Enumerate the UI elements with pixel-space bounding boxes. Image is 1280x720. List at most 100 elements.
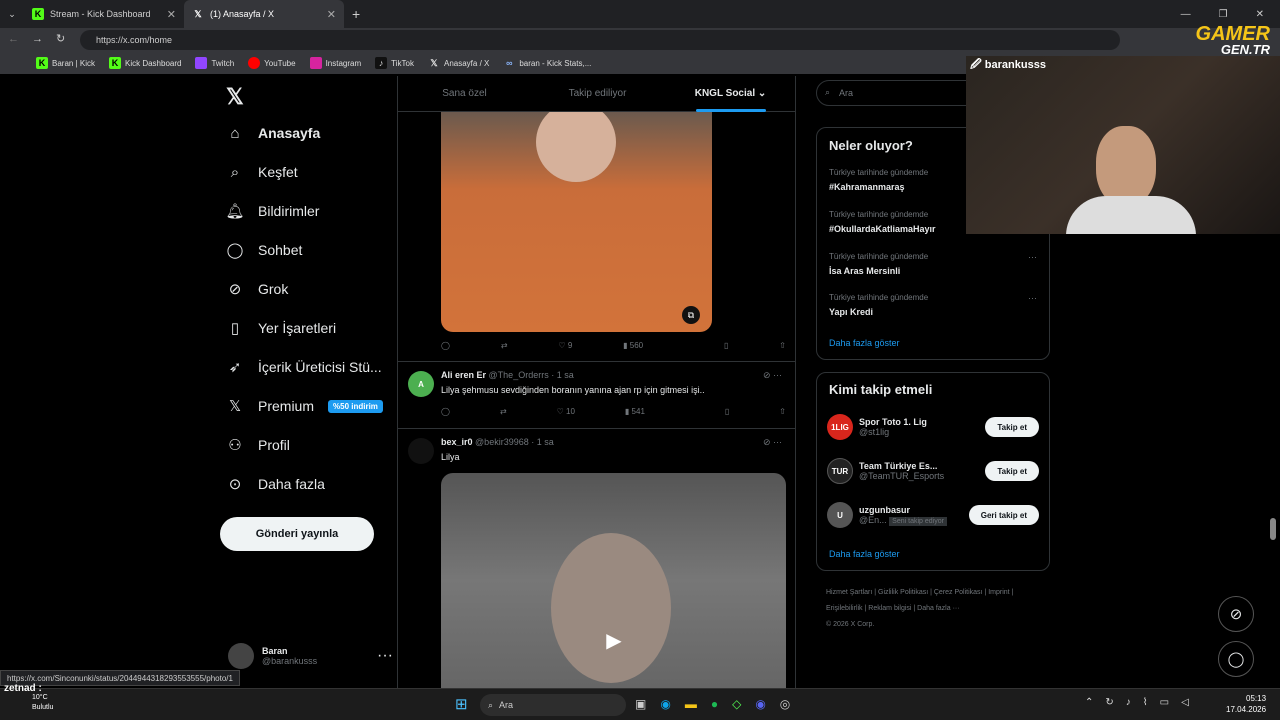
tab-for-you[interactable]: Sana özel bbox=[398, 76, 531, 112]
url-text: https://x.com/home bbox=[96, 35, 173, 45]
views-button[interactable]: ▮ 560 bbox=[623, 341, 643, 350]
taskbar-search[interactable]: ⌕ Ara bbox=[480, 694, 626, 716]
x-logo-icon[interactable]: 𝕏 bbox=[226, 84, 244, 110]
clock[interactable]: 05:13 17.04.2026 bbox=[1226, 693, 1266, 715]
app-icon[interactable]: ◇ bbox=[732, 697, 741, 711]
spotify-icon[interactable]: ● bbox=[711, 697, 718, 711]
mic-icon[interactable]: ⌇ bbox=[1143, 697, 1148, 708]
bookmark-item[interactable]: ♪ TikTok bbox=[375, 57, 414, 69]
avatar[interactable] bbox=[408, 438, 434, 464]
follow-button[interactable]: Takip et bbox=[985, 417, 1039, 437]
show-more-link[interactable]: Daha fazla göster bbox=[829, 338, 900, 348]
post-video[interactable]: ▶ bbox=[441, 473, 786, 688]
minimize-icon[interactable]: — bbox=[1181, 9, 1191, 20]
nav-creator-studio[interactable]: ➶ İçerik Üreticisi Stü... bbox=[226, 358, 382, 376]
bookmark-item[interactable]: ∞ baran - Kick Stats,... bbox=[503, 57, 591, 69]
folder-icon[interactable]: ▬ bbox=[685, 697, 697, 711]
grok-fab[interactable]: ⊘ bbox=[1218, 596, 1254, 632]
reply-icon[interactable]: ◯ bbox=[441, 407, 450, 416]
close-window-icon[interactable]: ✕ bbox=[1256, 9, 1264, 20]
repost-icon[interactable]: ⇄ bbox=[500, 407, 507, 416]
more-dots-icon[interactable]: ··· bbox=[1028, 293, 1037, 303]
share-icon[interactable]: ⇧ bbox=[779, 407, 786, 416]
speaker-icon[interactable]: ♪ bbox=[1126, 697, 1131, 708]
nav-chat[interactable]: ◯ Sohbet bbox=[226, 241, 303, 259]
play-icon[interactable]: ▶ bbox=[599, 628, 629, 658]
url-input[interactable]: https://x.com/home bbox=[80, 30, 1120, 50]
nav-explore[interactable]: ⌕ Keşfet bbox=[226, 163, 298, 181]
nav-premium[interactable]: 𝕏 Premium %50 indirim bbox=[226, 397, 383, 415]
follow-suggestion[interactable]: U uzgunbasur @En... Seni takip ediyor Ger… bbox=[827, 499, 1039, 531]
tab-kngl-social[interactable]: KNGL Social ⌄ bbox=[664, 76, 795, 112]
show-more-link[interactable]: Daha fazla göster bbox=[829, 549, 900, 559]
forward-icon[interactable]: → bbox=[32, 33, 43, 45]
reload-icon[interactable]: ↻ bbox=[56, 32, 65, 45]
app-icon[interactable]: ◎ bbox=[780, 697, 790, 711]
sync-icon[interactable]: ↻ bbox=[1105, 697, 1113, 708]
tab-x-home[interactable]: 𝕏 (1) Anasayfa / X ✕ bbox=[184, 0, 344, 28]
close-tab-icon[interactable]: ✕ bbox=[167, 8, 176, 21]
edge-icon[interactable]: ◉ bbox=[660, 697, 670, 711]
bookmark-item[interactable]: 𝕏 Anasayfa / X bbox=[428, 57, 489, 69]
nav-home[interactable]: ⌂ Anasayfa bbox=[226, 124, 320, 142]
chevron-up-icon[interactable]: ⌃ bbox=[1085, 697, 1093, 708]
follow-button[interactable]: Takip et bbox=[985, 461, 1039, 481]
scrollbar[interactable] bbox=[1270, 518, 1276, 540]
follow-suggestion[interactable]: TUR Team Türkiye Es... @TeamTUR_Esports T… bbox=[827, 455, 1039, 487]
follow-suggestion[interactable]: 1LIG Spor Toto 1. Lig @st1lig Takip et bbox=[827, 411, 1039, 443]
messages-fab[interactable]: ◯ bbox=[1218, 641, 1254, 677]
more-dots-icon[interactable]: ⊘ ··· bbox=[763, 437, 782, 448]
close-tab-icon[interactable]: ✕ bbox=[327, 8, 336, 21]
trend-item[interactable]: Türkiye tarihinde gündemde #OkullardaKatl… bbox=[829, 210, 936, 234]
tab-following[interactable]: Takip ediliyor bbox=[531, 76, 664, 112]
network-icon[interactable]: ▭ bbox=[1160, 697, 1169, 708]
bookmark-item[interactable]: K Kick Dashboard bbox=[108, 57, 181, 69]
back-icon[interactable]: ← bbox=[8, 33, 19, 45]
views-button[interactable]: ▮ 541 bbox=[625, 407, 645, 416]
tab-list-button[interactable]: ⌄ bbox=[0, 0, 24, 28]
bookmark-item[interactable]: K Baran | Kick bbox=[36, 57, 95, 69]
tweet-author[interactable]: Ali eren Er bbox=[441, 370, 486, 380]
nav-notifications[interactable]: 🔔︎ Bildirimler bbox=[225, 202, 319, 220]
trend-item[interactable]: Türkiye tarihinde gündemde #Kahramanmaraş bbox=[829, 168, 928, 192]
follow-button[interactable]: Geri takip et bbox=[968, 505, 1039, 525]
bell-icon: 🔔︎ bbox=[225, 203, 245, 220]
nav-bookmarks[interactable]: ▯ Yer İşaretleri bbox=[226, 319, 336, 337]
like-button[interactable]: ♡ 9 bbox=[558, 341, 572, 350]
nav-label: Premium bbox=[258, 398, 315, 414]
tab-kick-dashboard[interactable]: K Stream - Kick Dashboard ✕ bbox=[24, 0, 184, 28]
new-tab-button[interactable]: + bbox=[344, 0, 368, 28]
more-dots-icon[interactable]: ⊘ ··· bbox=[763, 370, 782, 381]
reply-icon[interactable]: ◯ bbox=[441, 341, 450, 350]
like-button[interactable]: ♡ 10 bbox=[557, 407, 575, 416]
bookmark-icon[interactable]: ▯ bbox=[725, 407, 729, 416]
nav-grok[interactable]: ⊘ Grok bbox=[226, 280, 289, 298]
tweet-author[interactable]: bex_ir0 bbox=[441, 437, 473, 447]
nav-more[interactable]: ⊙ Daha fazla bbox=[226, 475, 325, 493]
alt-text-icon[interactable]: ⧉ bbox=[682, 306, 700, 324]
post-button[interactable]: Gönderi yayınla bbox=[220, 517, 374, 551]
bookmark-item[interactable]: Twitch bbox=[195, 57, 234, 69]
start-button[interactable]: ⊞ bbox=[455, 697, 471, 713]
more-dots-icon[interactable]: ··· bbox=[1028, 252, 1037, 262]
volume-icon[interactable]: ◁ bbox=[1181, 697, 1189, 708]
bookmark-item[interactable]: YouTube bbox=[248, 57, 296, 69]
more-dots-icon[interactable]: ··· bbox=[377, 647, 393, 665]
avatar[interactable]: A bbox=[408, 371, 434, 397]
footer-links[interactable]: Hizmet Şartları | Gizlilik Politikası | … bbox=[826, 585, 1036, 633]
trend-item[interactable]: Türkiye tarihinde gündemde Yapı Kredi bbox=[829, 293, 928, 317]
bookmark-item[interactable]: Instagram bbox=[309, 57, 361, 69]
account-switcher[interactable]: Baran @barankusss ··· bbox=[228, 641, 393, 671]
windows-taskbar: 10°C Bulutlu zetnad : ⊞ ⌕ Ara ▣ ◉ ▬ ● ◇ ◉… bbox=[0, 683, 1280, 720]
nav-profile[interactable]: ⚇ Profil bbox=[226, 436, 290, 454]
task-view-icon[interactable]: ▣ bbox=[635, 697, 646, 711]
maximize-icon[interactable]: ❐ bbox=[1219, 9, 1228, 20]
repost-icon[interactable]: ⇄ bbox=[501, 341, 508, 350]
bookmark-icon[interactable]: ▯ bbox=[724, 341, 728, 350]
share-icon[interactable]: ⇧ bbox=[779, 341, 786, 350]
trend-item[interactable]: Türkiye tarihinde gündemde İsa Aras Mersi… bbox=[829, 252, 928, 276]
weather-widget[interactable]: 10°C Bulutlu bbox=[32, 693, 53, 713]
photo-face bbox=[536, 112, 616, 182]
post-image[interactable]: ⧉ bbox=[441, 112, 712, 332]
discord-icon[interactable]: ◉ bbox=[755, 697, 765, 711]
